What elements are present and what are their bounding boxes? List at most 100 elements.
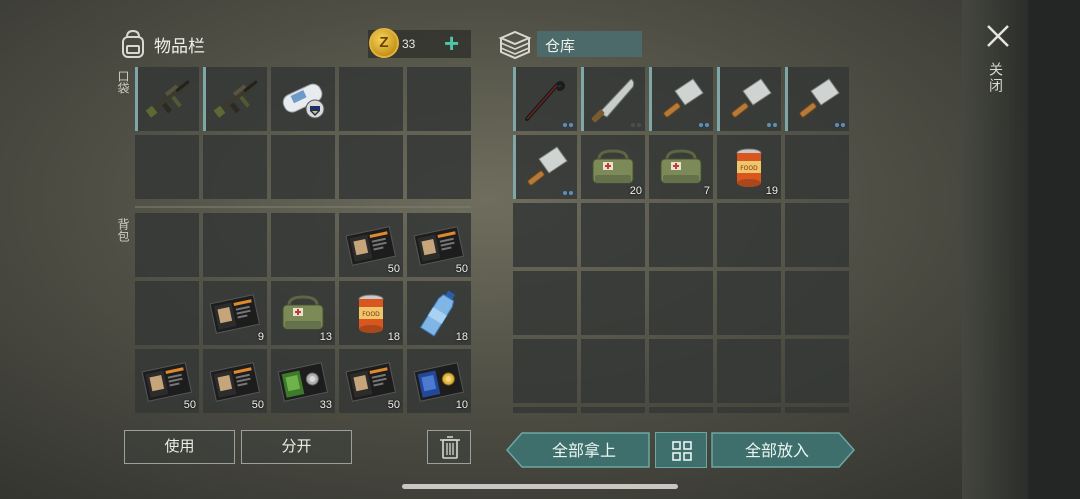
inventory-slot[interactable]: 50 <box>135 349 199 413</box>
inventory-slot[interactable]: FOOD 18 <box>339 281 403 345</box>
inventory-slot[interactable] <box>513 339 577 403</box>
inventory-slot[interactable] <box>785 67 849 131</box>
inventory-slot[interactable] <box>785 407 849 413</box>
inventory-slot[interactable]: 18 <box>407 281 471 345</box>
inventory-slot[interactable] <box>717 67 781 131</box>
coin-count: 33 <box>402 37 416 51</box>
durability-dots <box>767 123 777 127</box>
inventory-slot[interactable] <box>135 67 199 131</box>
inventory-slot[interactable]: 9 <box>203 281 267 345</box>
split-button[interactable]: 分开 <box>241 430 352 464</box>
inventory-slot[interactable] <box>581 271 645 335</box>
use-button[interactable]: 使用 <box>124 430 235 464</box>
durability-dots <box>699 123 709 127</box>
close-label[interactable]: 关闭 <box>988 62 1006 94</box>
inventory-slot[interactable] <box>785 271 849 335</box>
warehouse-grid: 20 7 FOOD 19 <box>513 67 849 413</box>
inventory-slot[interactable] <box>513 67 577 131</box>
inventory-slot[interactable]: 7 <box>649 135 713 199</box>
inventory-slot[interactable] <box>339 135 403 199</box>
put-all-label: 全部放入 <box>745 441 809 460</box>
inventory-slot[interactable] <box>581 339 645 403</box>
inventory-slot[interactable] <box>271 135 335 199</box>
add-coins-button[interactable]: + <box>444 30 459 56</box>
item-quantity: 50 <box>251 399 264 411</box>
inventory-slot[interactable]: FOOD 19 <box>717 135 781 199</box>
inventory-slot[interactable]: 20 <box>581 135 645 199</box>
take-all-button[interactable]: 全部拿上 <box>506 432 650 468</box>
backpack-grid: 50 50 9 13 FOOD 18 18 50 50 33 50 10 <box>135 213 471 413</box>
inventory-slot[interactable] <box>717 407 781 413</box>
storage-box-icon <box>498 30 532 60</box>
inventory-slot[interactable] <box>785 339 849 403</box>
item-quantity: 7 <box>703 185 710 197</box>
inventory-slot[interactable] <box>649 339 713 403</box>
inventory-slot[interactable] <box>203 135 267 199</box>
inventory-slot[interactable] <box>135 281 199 345</box>
item-quantity: 19 <box>765 185 778 197</box>
durability-dots <box>563 191 573 195</box>
delete-button[interactable] <box>427 430 471 464</box>
item-quantity: 20 <box>629 185 642 197</box>
durability-dots <box>835 123 845 127</box>
item-quantity: 9 <box>257 331 264 343</box>
inventory-slot[interactable]: 10 <box>407 349 471 413</box>
inventory-slot[interactable] <box>203 67 267 131</box>
durability-dots <box>563 123 573 127</box>
put-all-button[interactable]: 全部放入 <box>711 432 855 468</box>
item-quantity: 13 <box>319 331 332 343</box>
close-icon[interactable] <box>984 22 1012 50</box>
inventory-slot[interactable] <box>717 203 781 267</box>
inventory-slot[interactable] <box>271 67 335 131</box>
item-quantity: 10 <box>455 399 468 411</box>
inventory-slot[interactable] <box>407 67 471 131</box>
inventory-slot[interactable] <box>513 407 577 413</box>
home-indicator[interactable] <box>402 484 678 489</box>
pocket-label: 口袋 <box>116 70 130 94</box>
inventory-slot[interactable] <box>513 271 577 335</box>
inventory-slot[interactable] <box>785 135 849 199</box>
warehouse-title: 仓库 <box>537 31 642 57</box>
inventory-slot[interactable] <box>649 67 713 131</box>
item-quantity: 18 <box>455 331 468 343</box>
pocket-grid <box>135 67 471 199</box>
inventory-slot[interactable] <box>581 67 645 131</box>
inventory-title: 物品栏 <box>154 36 205 56</box>
grid-icon <box>672 441 692 461</box>
inventory-slot[interactable] <box>203 213 267 277</box>
coin-balance: Z 33 + <box>368 28 471 58</box>
durability-dots <box>631 123 641 127</box>
sort-grid-button[interactable] <box>655 432 707 468</box>
inventory-slot[interactable]: 50 <box>339 213 403 277</box>
inventory-slot[interactable]: 50 <box>407 213 471 277</box>
inventory-slot[interactable] <box>271 213 335 277</box>
coin-icon: Z <box>369 28 399 58</box>
inventory-slot[interactable] <box>785 203 849 267</box>
warehouse-header: 仓库 <box>497 28 642 60</box>
item-quantity: 50 <box>387 399 400 411</box>
inventory-slot[interactable] <box>581 203 645 267</box>
inventory-slot[interactable] <box>649 271 713 335</box>
inventory-slot[interactable] <box>513 203 577 267</box>
inventory-slot[interactable] <box>649 407 713 413</box>
inventory-slot[interactable] <box>581 407 645 413</box>
inventory-slot[interactable] <box>513 135 577 199</box>
section-divider <box>135 206 471 208</box>
inventory-slot[interactable]: 33 <box>271 349 335 413</box>
inventory-slot[interactable] <box>339 67 403 131</box>
item-quantity: 50 <box>387 263 400 275</box>
inventory-slot[interactable] <box>649 203 713 267</box>
backpack-icon <box>118 28 148 60</box>
svg-text:FOOD: FOOD <box>740 165 758 172</box>
inventory-slot[interactable]: 50 <box>203 349 267 413</box>
item-quantity: 50 <box>455 263 468 275</box>
inventory-slot[interactable]: 13 <box>271 281 335 345</box>
inventory-slot[interactable] <box>407 135 471 199</box>
inventory-slot[interactable] <box>135 135 199 199</box>
item-quantity: 50 <box>183 399 196 411</box>
inventory-slot[interactable] <box>717 271 781 335</box>
inventory-slot[interactable] <box>135 213 199 277</box>
inventory-slot[interactable]: 50 <box>339 349 403 413</box>
inventory-slot[interactable] <box>717 339 781 403</box>
inventory-header: 物品栏 <box>118 26 205 62</box>
